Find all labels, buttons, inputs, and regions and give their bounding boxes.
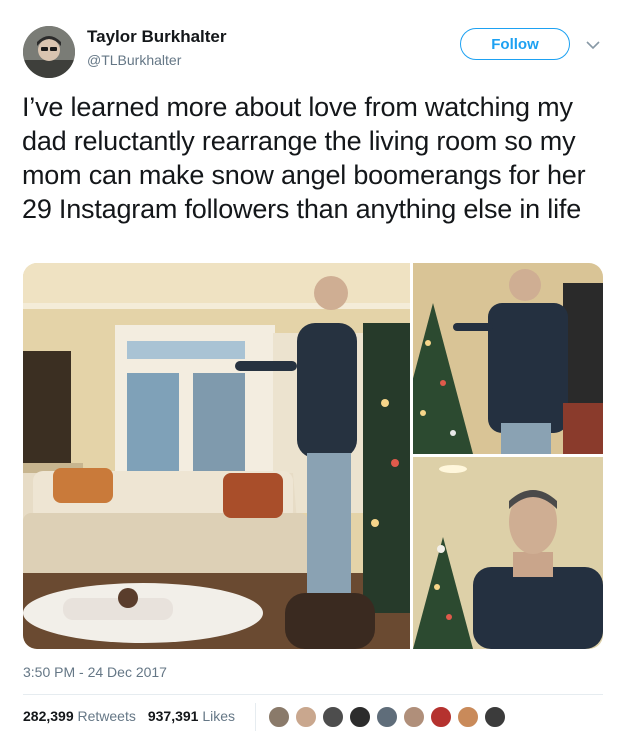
- author-handle[interactable]: @TLBurkhalter: [87, 52, 181, 68]
- likes-count: 937,391: [147, 708, 199, 724]
- retweets-stat[interactable]: 282,399 Retweets: [23, 708, 136, 724]
- liker-avatar[interactable]: [429, 705, 453, 729]
- engagement-stats: 282,399 Retweets 937,391 Likes: [23, 708, 235, 724]
- divider: [23, 694, 603, 695]
- media-grid: [23, 263, 603, 649]
- retweets-count: 282,399: [23, 708, 74, 724]
- likers-avatars: [267, 705, 510, 729]
- tweet-card: Taylor Burkhalter @TLBurkhalter Follow I…: [0, 0, 628, 736]
- likes-label: Likes: [202, 708, 236, 724]
- liker-avatar[interactable]: [375, 705, 399, 729]
- liker-avatar[interactable]: [321, 705, 345, 729]
- chevron-down-icon[interactable]: [586, 37, 600, 50]
- likes-stat[interactable]: 937,391 Likes: [148, 708, 235, 724]
- retweets-label: Retweets: [77, 708, 136, 724]
- author-name[interactable]: Taylor Burkhalter: [87, 27, 227, 47]
- follow-button[interactable]: Follow: [460, 28, 570, 60]
- timestamp[interactable]: 3:50 PM - 24 Dec 2017: [23, 664, 167, 680]
- liker-avatar[interactable]: [402, 705, 426, 729]
- living-room-photo[interactable]: [23, 263, 410, 649]
- man-portrait-photo[interactable]: [413, 457, 603, 649]
- liker-avatar[interactable]: [348, 705, 372, 729]
- stats-separator: [255, 703, 256, 731]
- liker-avatar[interactable]: [267, 705, 291, 729]
- liker-avatar[interactable]: [456, 705, 480, 729]
- liker-avatar[interactable]: [294, 705, 318, 729]
- liker-avatar[interactable]: [483, 705, 507, 729]
- tweet-text: I’ve learned more about love from watchi…: [22, 92, 586, 224]
- avatar[interactable]: [23, 26, 75, 78]
- christmas-tree-photo[interactable]: [413, 263, 603, 454]
